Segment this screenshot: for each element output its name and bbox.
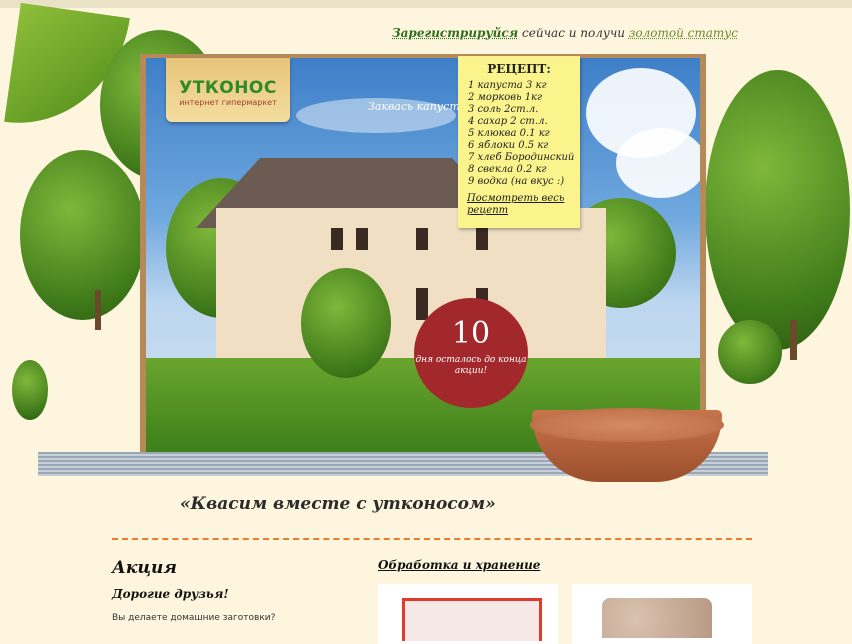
tree-right-trunk	[790, 320, 797, 360]
promo-title: Акция	[112, 558, 177, 578]
recipe-item: 7 хлеб Бородинский	[468, 152, 575, 163]
processing-storage-link[interactable]: Обработка и хранение	[378, 558, 540, 572]
register-link[interactable]: Зарегистрируйся	[392, 26, 518, 40]
product-card[interactable]	[378, 584, 558, 644]
top-border	[0, 0, 852, 8]
hint-text: Заквась капусту	[368, 100, 467, 113]
logo-brand: УТКОНОС	[179, 78, 277, 98]
days-left-counter: 10 дня осталось до конца акции!	[414, 298, 528, 408]
storage-box-image	[402, 598, 542, 641]
logo-subtitle: интернет гипермаркет	[179, 98, 277, 107]
utkonos-logo[interactable]: УТКОНОС интернет гипермаркет	[166, 58, 290, 122]
window	[356, 228, 368, 250]
bush-left	[12, 360, 48, 420]
days-left-text: дня осталось до конца акции!	[415, 355, 527, 376]
recipe-card: РЕЦЕПТ: 1 капуста 3 кг 2 морковь 1кг 3 с…	[458, 56, 580, 228]
promo-greeting: Дорогие друзья!	[112, 587, 229, 601]
recipe-item: 6 яблоки 0.5 кг	[468, 140, 549, 151]
promo-question: Вы делаете домашние заготовки?	[112, 613, 276, 623]
days-left-number: 10	[451, 316, 491, 351]
tree-right	[705, 70, 850, 350]
window	[331, 228, 343, 250]
bush-right	[718, 320, 782, 384]
window	[476, 228, 488, 250]
tree-left	[20, 150, 145, 320]
cloud	[616, 128, 700, 198]
recipe-item: 4 сахар 2 ст.л.	[468, 116, 548, 127]
recipe-item: 9 водка (на вкус :)	[468, 176, 565, 187]
gold-status-link[interactable]: золотой статус	[629, 26, 738, 40]
register-middle-text: сейчас и получи	[518, 26, 629, 40]
recipe-item: 1 капуста 3 кг	[468, 80, 547, 91]
recipe-item: 8 свекла 0.2 кг	[468, 164, 547, 175]
clay-bowl-rim	[530, 408, 724, 442]
recipe-list: 1 капуста 3 кг 2 морковь 1кг 3 соль 2ст.…	[458, 80, 580, 188]
dashed-divider	[112, 538, 752, 540]
tagline: «Квасим вместе с утконосом»	[180, 494, 496, 514]
jars-image	[602, 598, 712, 638]
recipe-item: 3 соль 2ст.л.	[468, 104, 539, 115]
window	[416, 228, 428, 250]
product-card[interactable]	[572, 584, 752, 644]
recipe-item: 2 морковь 1кг	[468, 92, 543, 103]
recipe-title: РЕЦЕПТ:	[487, 62, 551, 76]
register-promo: Зарегистрируйся сейчас и получи золотой …	[392, 26, 738, 40]
tree-left-trunk	[95, 290, 101, 330]
recipe-item: 5 клюква 0.1 кг	[468, 128, 550, 139]
tree-in-photo	[301, 268, 391, 378]
view-full-recipe-link[interactable]: Посмотреть весь рецепт	[467, 193, 567, 217]
